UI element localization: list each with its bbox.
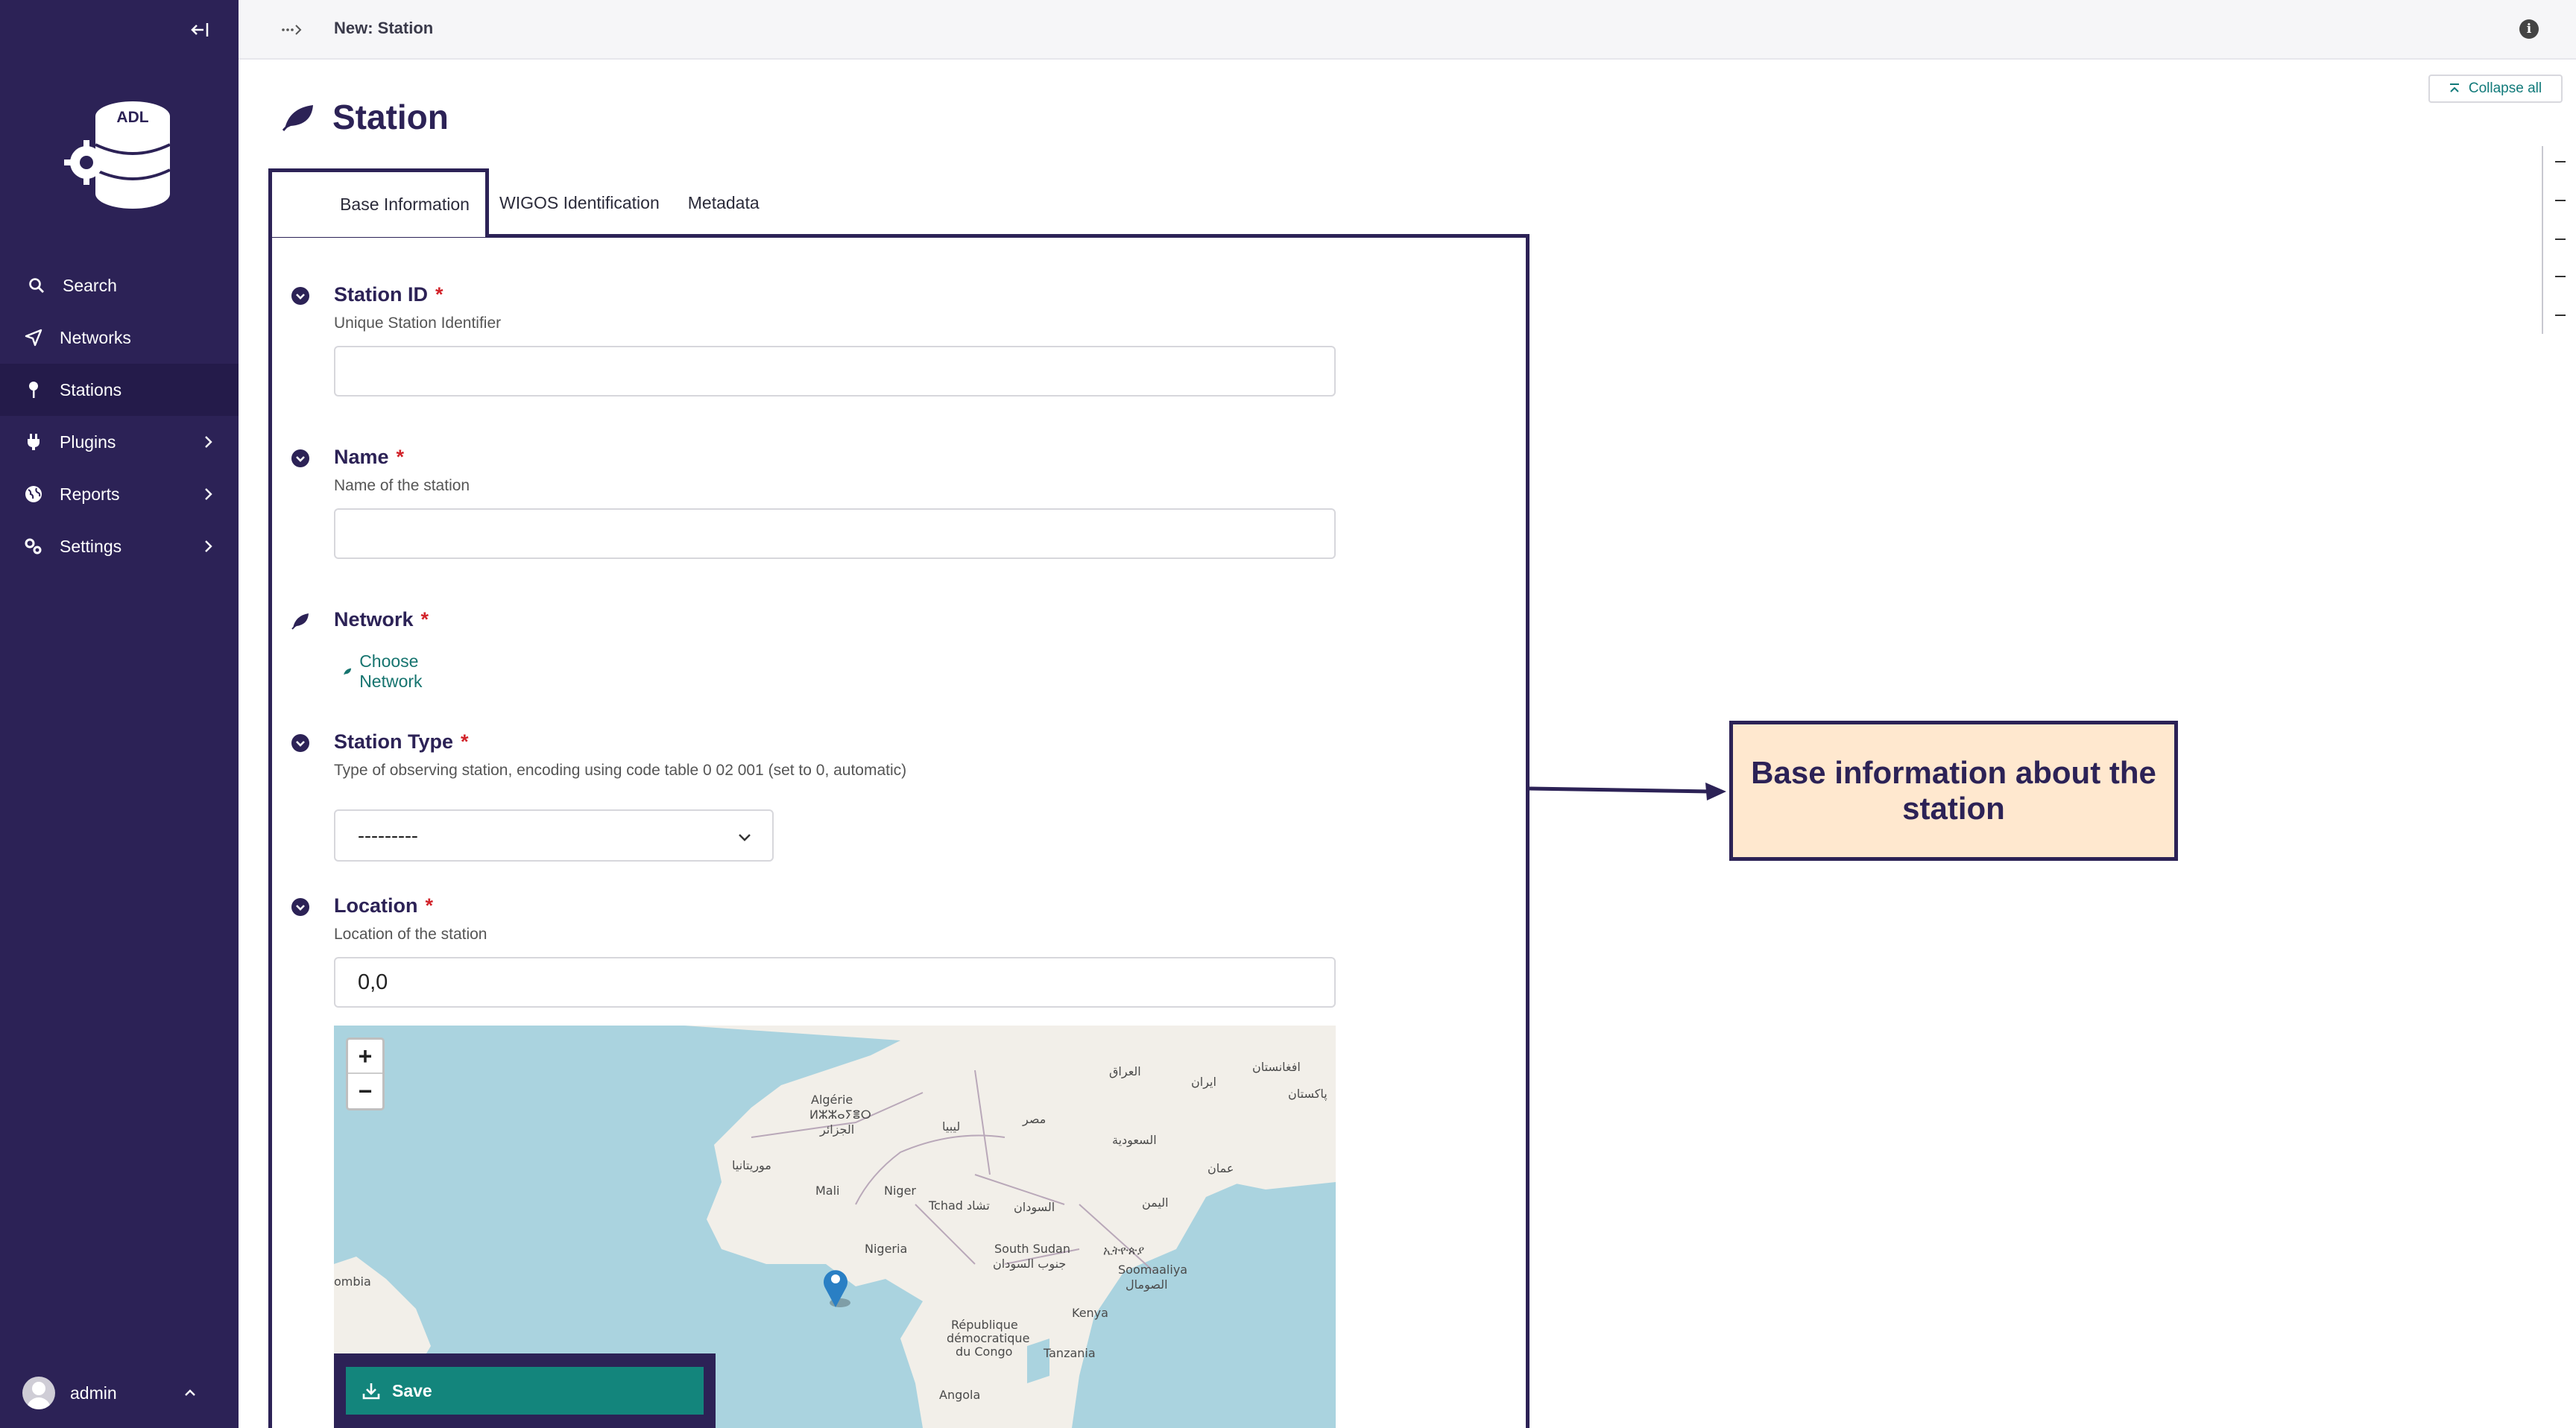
chevron-right-icon (205, 488, 212, 500)
collapse-all-button[interactable]: Collapse all (2428, 75, 2563, 103)
sidebar: ADL Search Networks Stations Plugins Rep… (0, 0, 239, 1428)
sidebar-nav: Search Networks Stations Plugins Reports… (0, 259, 239, 572)
breadcrumb: New: Station (334, 19, 434, 37)
chevron-circle-down-icon[interactable] (291, 286, 310, 306)
sidebar-item-label: Plugins (60, 432, 116, 452)
field-help: Location of the station (334, 926, 487, 943)
dots-arrow-icon (282, 25, 302, 35)
outline-marker[interactable] (2555, 161, 2566, 162)
download-icon (362, 1383, 380, 1400)
sidebar-item-label: Stations (60, 379, 122, 399)
leaf-icon (344, 668, 352, 675)
chevrons-up-icon (2449, 83, 2459, 92)
choose-network-link[interactable]: Choose Network (343, 651, 429, 692)
zoom-in-button[interactable]: + (348, 1040, 382, 1074)
leaf-icon (282, 105, 313, 131)
user-name: admin (70, 1383, 117, 1403)
tab-wigos-identification[interactable]: WIGOS Identification (499, 168, 660, 237)
sidebar-item-stations[interactable]: Stations (0, 364, 239, 416)
info-icon[interactable]: i (2519, 19, 2539, 39)
map-zoom-control: + − (346, 1037, 385, 1111)
page-title-text: Station (332, 98, 449, 136)
outline-marker[interactable] (2555, 315, 2566, 316)
sidebar-item-reports[interactable]: Reports (0, 468, 239, 520)
field-label: Station Type * (334, 730, 469, 753)
chevron-up-icon (185, 1389, 195, 1396)
sidebar-item-settings[interactable]: Settings (0, 520, 239, 572)
chevron-right-icon (205, 540, 212, 552)
plug-icon (24, 432, 43, 452)
field-label: Network * (334, 608, 429, 631)
zoom-out-button[interactable]: − (348, 1074, 382, 1108)
pin-icon (24, 380, 43, 399)
sidebar-item-label: Reports (60, 484, 120, 504)
page-title: Station (282, 97, 449, 137)
globe-icon (24, 484, 43, 504)
chevron-down-icon (739, 834, 751, 841)
tab-base-information[interactable]: Base Information (268, 168, 489, 237)
search-icon (27, 276, 46, 295)
annotation-callout: Base information about the station (1729, 721, 2178, 861)
chevron-circle-down-icon[interactable] (291, 733, 310, 753)
adl-logo: ADL (64, 101, 171, 209)
svg-text:ADL: ADL (116, 109, 148, 126)
annotation-arrow (1530, 783, 1726, 800)
field-help: Unique Station Identifier (334, 315, 502, 332)
tab-metadata[interactable]: Metadata (688, 168, 760, 237)
cogs-icon (24, 537, 43, 556)
breadcrumb-toggle-button[interactable] (279, 16, 306, 43)
leaf-icon (291, 613, 309, 630)
collapse-all-label: Collapse all (2468, 80, 2542, 96)
save-button[interactable]: Save (346, 1367, 704, 1415)
arrow-left-bar-icon (191, 23, 209, 37)
field-label: Name * (334, 446, 405, 468)
chevron-right-icon (205, 436, 212, 448)
sidebar-item-networks[interactable]: Networks (0, 312, 239, 364)
name-input[interactable] (334, 508, 1336, 559)
sidebar-item-search[interactable]: Search (0, 259, 239, 312)
outline-track (2542, 146, 2543, 334)
field-help: Type of observing station, encoding usin… (334, 762, 907, 779)
sidebar-item-label: Search (63, 275, 117, 295)
sidebar-item-plugins[interactable]: Plugins (0, 416, 239, 468)
sidebar-item-label: Networks (60, 327, 131, 347)
chevron-circle-down-icon[interactable] (291, 449, 310, 468)
location-input[interactable]: 0,0 (334, 957, 1336, 1008)
save-label: Save (392, 1380, 432, 1400)
collapse-sidebar-button[interactable] (186, 16, 213, 43)
avatar (22, 1377, 55, 1409)
top-bar: New: Station i (239, 0, 2576, 60)
send-icon (24, 328, 43, 347)
user-menu[interactable]: admin (22, 1374, 224, 1412)
tab-bar: Base Information WIGOS Identification Me… (268, 168, 760, 237)
field-label: Location * (334, 894, 434, 917)
outline-marker[interactable] (2555, 238, 2566, 240)
save-bar: Save (334, 1353, 716, 1428)
outline-marker[interactable] (2555, 200, 2566, 201)
select-value: --------- (358, 824, 418, 847)
sidebar-item-label: Settings (60, 536, 122, 556)
outline-marker[interactable] (2555, 276, 2566, 277)
field-help: Name of the station (334, 477, 470, 494)
station-type-select[interactable]: --------- (334, 809, 774, 862)
station-id-input[interactable] (334, 346, 1336, 397)
map-marker-icon[interactable] (821, 1264, 850, 1309)
field-label: Station ID * (334, 283, 443, 306)
chevron-circle-down-icon[interactable] (291, 897, 310, 917)
